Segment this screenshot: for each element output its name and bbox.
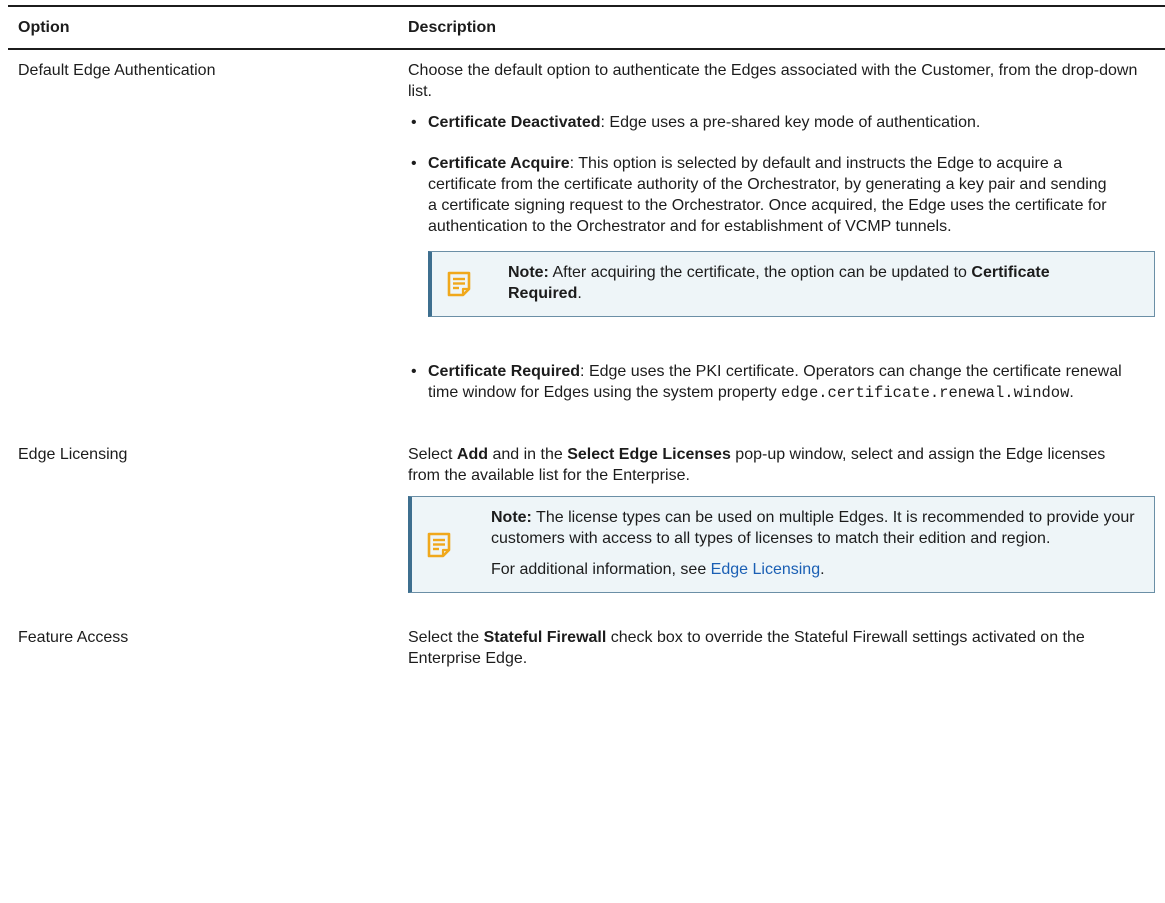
bullet-icon: • <box>411 155 417 172</box>
system-property-code: edge.certificate.renewal.window <box>781 384 1070 402</box>
description-cell: Select Add and in the Select Edge Licens… <box>398 434 1165 617</box>
description-cell: Choose the default option to authenticat… <box>398 49 1165 434</box>
description-intro: Choose the default option to authenticat… <box>408 62 1138 100</box>
option-name: Edge Licensing <box>18 446 128 463</box>
note-icon <box>427 532 451 557</box>
table-header-row: Option Description <box>8 5 1165 50</box>
bullet-term: Certificate Required <box>428 363 581 380</box>
table-row: Default Edge Authentication Choose the d… <box>8 49 1165 434</box>
description-cell: Select the Stateful Firewall check box t… <box>398 617 1165 679</box>
option-cell: Default Edge Authentication <box>8 49 398 434</box>
bullet-icon: • <box>411 114 417 131</box>
note-more: For additional information, see Edge Lic… <box>491 561 825 578</box>
options-table: Option Description Default Edge Authenti… <box>8 5 1165 679</box>
list-item: • Certificate Acquire: This option is se… <box>408 153 1108 237</box>
option-name: Default Edge Authentication <box>18 62 216 79</box>
bullet-list: • Certificate Required: Edge uses the PK… <box>408 361 1155 404</box>
bullet-icon: • <box>411 363 417 380</box>
option-cell: Edge Licensing <box>8 434 398 617</box>
description-text: Select the Stateful Firewall check box t… <box>408 629 1085 667</box>
note-box: Note: The license types can be used on m… <box>408 496 1155 593</box>
list-item: • Certificate Required: Edge uses the PK… <box>411 363 1122 402</box>
table-row: Edge Licensing Select Add and in the Sel… <box>8 434 1165 617</box>
note-icon <box>447 271 471 297</box>
bullet-list: • Certificate Deactivated: Edge uses a p… <box>408 112 1155 237</box>
note-text: Note: After acquiring the certificate, t… <box>508 264 1050 302</box>
bullet-text: : Edge uses a pre-shared key mode of aut… <box>600 114 981 131</box>
option-name: Feature Access <box>18 629 129 646</box>
note-box: Note: After acquiring the certificate, t… <box>428 251 1155 317</box>
bullet-term: Certificate Deactivated <box>428 114 601 131</box>
table-row: Feature Access Select the Stateful Firew… <box>8 617 1165 679</box>
edge-licensing-link[interactable]: Edge Licensing <box>711 561 820 578</box>
list-item: • Certificate Deactivated: Edge uses a p… <box>408 112 1028 133</box>
note-label: Note: <box>508 264 549 281</box>
option-cell: Feature Access <box>8 617 398 679</box>
header-option: Option <box>8 5 398 50</box>
bullet-term: Certificate Acquire <box>428 155 570 172</box>
note-text: Note: The license types can be used on m… <box>491 509 1135 547</box>
header-description: Description <box>398 5 1165 50</box>
description-text: Select Add and in the Select Edge Licens… <box>408 446 1106 484</box>
note-label: Note: <box>491 509 532 526</box>
